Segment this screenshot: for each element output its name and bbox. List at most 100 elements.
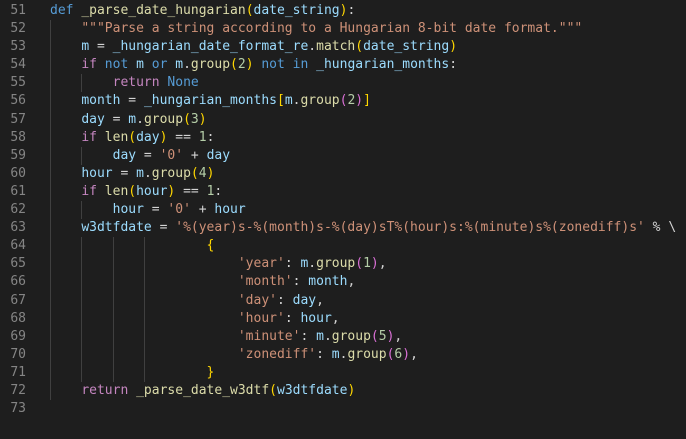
code-token: m (136, 57, 144, 73)
line-number: 68 (10, 310, 26, 326)
line-number: 70 (10, 346, 26, 362)
line-number: 64 (10, 238, 26, 254)
code-token: '%(year)s-%(month)s-%(day)sT%(hour)s:%(m… (175, 220, 645, 236)
code-token: 'zonediff' (237, 346, 317, 362)
code-line[interactable]: 57 day = m.group(3) (0, 110, 686, 129)
line-number: 61 (10, 183, 26, 199)
code-token: 1 (363, 256, 371, 272)
code-line[interactable]: 68 'hour': hour, (0, 309, 686, 328)
code-token: : (206, 129, 215, 145)
code-line[interactable]: 67 'day': day, (0, 291, 686, 310)
code-token: _hungarian_date_format_re (112, 39, 309, 55)
code-token: ( (183, 111, 191, 127)
code-token: if (81, 57, 97, 73)
code-text: day = '0' + day (50, 147, 230, 165)
line-number: 52 (10, 21, 26, 37)
code-line[interactable]: 60 hour = m.group(4) (0, 164, 686, 183)
code-token: : (276, 292, 293, 308)
code-token: w3dtfdate (277, 382, 348, 398)
code-token: group (190, 57, 231, 73)
code-line[interactable]: 64 { (0, 237, 686, 256)
code-line[interactable]: 59 day = '0' + day (0, 146, 686, 165)
line-number: 66 (10, 274, 26, 290)
code-token: ) (198, 111, 207, 127)
code-line[interactable]: 63 w3dtfdate = '%(year)s-%(month)s-%(day… (0, 219, 686, 238)
code-token: 'day' (237, 292, 277, 308)
code-token: . (183, 57, 191, 73)
code-token: day (112, 147, 137, 163)
code-text: 'month': month, (50, 273, 355, 291)
code-text: 'year': m.group(1), (50, 255, 387, 273)
code-text: hour = m.group(4) (50, 165, 214, 183)
code-token: } (206, 364, 215, 380)
code-line[interactable]: 51 def _parse_date_hungarian(date_string)… (0, 2, 686, 20)
line-number: 55 (10, 75, 26, 91)
code-text: def _parse_date_hungarian(date_string): (50, 2, 355, 20)
code-token: month (81, 93, 121, 109)
code-line[interactable]: 70 'zonediff': m.group(6), (0, 345, 686, 364)
code-line[interactable]: 56 month = _hungarian_months[m.group(2)] (0, 92, 686, 111)
code-token: . (308, 39, 317, 55)
code-token: m (284, 93, 293, 109)
code-line[interactable]: 72 return _parse_date_w3dtf(w3dtfdate) (0, 381, 686, 401)
code-token: group (143, 111, 184, 127)
code-token: return (81, 382, 129, 398)
code-text: w3dtfdate = '%(year)s-%(month)s-%(day)sT… (50, 219, 676, 237)
code-token: ( (269, 382, 277, 398)
code-line[interactable]: 52 """Parse a string according to a Hung… (0, 20, 686, 39)
code-token: . (308, 256, 317, 272)
code-line[interactable]: 55 return None (0, 74, 686, 93)
code-line[interactable]: 65 'year': m.group(1), (0, 255, 686, 274)
line-number: 54 (10, 57, 26, 73)
code-token: : (316, 346, 332, 362)
code-token: hour (300, 310, 332, 326)
code-line[interactable]: 54 if not m or m.group(2) not in _hungar… (0, 56, 686, 75)
code-lines[interactable]: 51 def _parse_date_hungarian(date_string)… (0, 0, 686, 418)
code-line[interactable]: 71 } (0, 363, 686, 382)
code-line[interactable]: 73 (0, 400, 686, 418)
code-token: hour (214, 202, 246, 218)
code-token: = (89, 39, 113, 55)
code-token: . (136, 111, 144, 127)
code-token: , (316, 292, 324, 308)
code-line[interactable]: 53 m = _hungarian_date_format_re.match(d… (0, 38, 686, 57)
code-token: ( (355, 256, 364, 272)
code-text: return _parse_date_w3dtf(w3dtfdate) (50, 382, 355, 400)
code-token: : (292, 274, 309, 290)
code-token: '0' (167, 202, 191, 218)
code-token: group (300, 93, 340, 109)
code-token: : (347, 3, 356, 18)
code-token: 'month' (237, 274, 293, 290)
code-token: ] (363, 93, 371, 109)
code-token: day (292, 292, 317, 308)
code-token: , (378, 256, 387, 272)
code-token: group (347, 346, 387, 362)
code-token: _parse_date_w3dtf (136, 382, 270, 398)
line-number: 53 (10, 39, 26, 55)
code-line[interactable]: 62 hour = '0' + hour (0, 201, 686, 220)
code-token: : (300, 328, 317, 344)
code-token: % \ (644, 220, 677, 236)
code-token: , (394, 328, 403, 344)
code-token: 1 (198, 129, 207, 145)
line-number: 60 (10, 165, 26, 181)
code-token: = (120, 93, 144, 109)
code-token: = (104, 111, 129, 127)
code-token: if (81, 183, 97, 199)
code-token: ( (245, 3, 254, 18)
code-line[interactable]: 58 if len(day) == 1: (0, 128, 686, 147)
code-line[interactable]: 66 'month': month, (0, 273, 686, 292)
code-editor[interactable]: 51 def _parse_date_hungarian(date_string)… (0, 0, 686, 439)
line-number: 72 (10, 382, 26, 398)
code-token: ( (370, 328, 379, 344)
code-line[interactable]: 69 'minute': m.group(5), (0, 327, 686, 346)
code-token: : (284, 310, 301, 326)
code-token: not (261, 57, 285, 73)
line-number: 59 (10, 147, 26, 163)
code-token: 'year' (237, 256, 285, 272)
code-token: group (316, 256, 356, 272)
code-line[interactable]: 61 if len(hour) == 1: (0, 182, 686, 202)
